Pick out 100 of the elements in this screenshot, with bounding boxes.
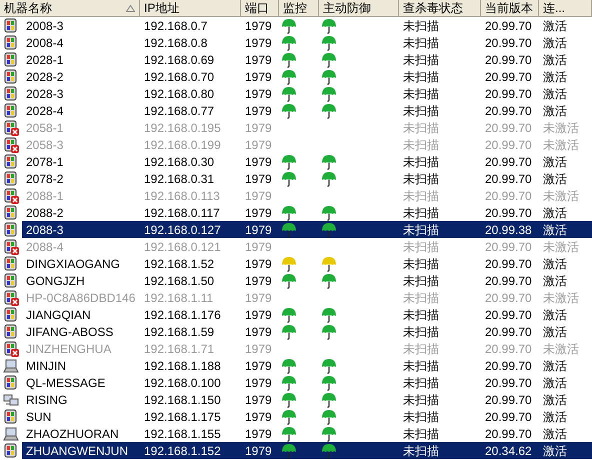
table-cell-text: 激活 [542,52,568,68]
table-cell-text: 未扫描 [402,18,440,34]
table-row[interactable]: 2078-1 192.168.0.30 1979 未扫描 20.99.70 激活 [0,153,592,170]
table-cell-text: 192.168.0.70 [143,68,216,85]
table-row[interactable]: QL-MESSAGE 192.168.0.100 1979 未扫描 20.99.70 激活 [0,374,592,391]
table-cell-text: 未扫描 [402,358,440,374]
table-cell-text: 激活 [542,170,568,187]
table-cell-text: 未激活 [542,188,580,204]
table-cell-text: 未扫描 [402,374,440,391]
table-cell-text: 未扫描 [402,340,440,357]
table-cell-text: 未扫描 [402,290,440,306]
table-cell-text: 192.168.1.11 [143,290,214,306]
table-cell-text: 1979 [244,136,273,153]
table-cell-text: 1979 [244,306,273,323]
table-row[interactable]: 2008-4 192.168.0.8 1979 未扫描 20.99.70 激活 [0,34,592,51]
table-row[interactable]: RISING 192.168.1.150 1979 未扫描 20.99.70 激活 [0,391,592,408]
table-cell-text: 20.99.70 [484,374,533,391]
table-cell-text: 20.99.70 [484,102,533,119]
column-header[interactable]: 机器名称 [0,0,140,16]
table-cell-text: 2088-4 [25,238,64,255]
table-row[interactable]: SUN 192.168.1.175 1979 未扫描 20.99.70 激活 [0,408,592,425]
table-cell-text: 192.168.0.77 [143,102,216,119]
table-row[interactable]: 2088-3 192.168.0.127 1979 未扫描 20.99.38 激活 [0,221,592,238]
table-cell-text: 未扫描 [402,306,440,323]
table-cell: 20.34.62 [481,442,539,459]
table-cell-text: 192.168.1.150 [143,392,222,408]
table-row[interactable]: 2078-2 192.168.0.31 1979 未扫描 20.99.70 激活 [0,170,592,187]
table-row[interactable]: JIFANG-ABOSS 192.168.1.59 1979 未扫描 20.99.70 激活 [0,323,592,340]
table-cell-text: 20.99.70 [484,204,533,221]
table-cell-text: 2028-3 [25,86,64,102]
table-cell-text: 192.168.0.117 [143,204,221,221]
column-header[interactable]: 端口 [241,0,279,16]
table-row[interactable]: 2028-3 192.168.0.80 1979 未扫描 20.99.70 激活 [0,85,592,102]
table-cell-text: 20.99.70 [484,120,533,136]
table-cell-text: 192.168.0.113 [143,188,221,204]
table-cell-text: 激活 [542,306,568,323]
table-cell-text: 1979 [244,256,273,272]
table-cell-text: 未扫描 [402,392,440,408]
table-cell-text: 未扫描 [402,188,440,204]
table-cell-text: 192.168.1.71 [143,340,216,357]
table-row[interactable]: 2088-2 192.168.0.117 1979 未扫描 20.99.70 激活 [0,204,592,221]
table-cell-text: 激活 [542,358,568,374]
table-cell: 192.168.1.152 [140,442,241,459]
table-cell-text: 未激活 [542,290,580,306]
table-row[interactable]: 2028-1 192.168.0.69 1979 未扫描 20.99.70 激活 [0,51,592,68]
table-cell-text: 未激活 [542,238,580,255]
table-cell-text: MINJIN [25,358,67,374]
column-header[interactable]: IP地址 [140,0,241,16]
table-row[interactable]: 2008-3 192.168.0.7 1979 未扫描 20.99.70 激活 [0,17,592,34]
table-cell-text: 20.99.70 [484,154,533,170]
table-cell-text: 1979 [244,18,273,34]
table-cell-text: 未扫描 [402,34,440,51]
table-cell-text: 2058-1 [25,120,64,136]
column-header[interactable]: 主动防御 [319,0,399,16]
table-cell-text: 1979 [244,340,273,357]
table-cell-text: 激活 [542,68,568,85]
table-cell-text: 192.168.1.50 [143,272,216,289]
table-cell-text: 未扫描 [402,136,440,153]
table-cell-text: 192.168.1.155 [143,426,222,442]
table-cell-text: 1979 [244,290,273,306]
table-cell-text: 192.168.1.52 [143,256,216,272]
table-cell-text: 192.168.0.80 [143,86,216,102]
table-row[interactable]: DINGXIAOGANG 192.168.1.52 1979 未扫描 20.99.70 激活 [0,255,592,272]
table-cell-text: 20.99.70 [484,306,533,323]
table-cell: 1979 [241,221,279,238]
table-cell-text: 激活 [542,272,568,289]
table-cell-text: 192.168.1.188 [143,358,222,374]
column-header[interactable]: 连... [539,0,592,16]
table-cell-text: 20.99.70 [484,340,533,357]
table-row[interactable]: 2028-2 192.168.0.70 1979 未扫描 20.99.70 激活 [0,68,592,85]
table-cell-text: 20.99.70 [484,238,533,255]
table-row[interactable]: GONGJZH 192.168.1.50 1979 未扫描 20.99.70 激活 [0,272,592,289]
table-row[interactable]: 2028-4 192.168.0.77 1979 未扫描 20.99.70 激活 [0,102,592,119]
table-row[interactable]: JIANGQIAN 192.168.1.176 1979 未扫描 20.99.70 激活 [0,306,592,323]
table-cell-text: 2088-1 [25,188,64,204]
table-cell-text: 2028-4 [25,102,64,119]
table-cell-text: 1979 [244,188,273,204]
table-cell-text: GONGJZH [25,272,86,289]
table-cell-text: 激活 [542,256,568,272]
table-cell-text: 未扫描 [402,408,440,425]
table-cell-text: 激活 [542,18,568,34]
column-header[interactable]: 查杀毒状态 [399,0,481,16]
table-cell-text: DINGXIAOGANG [25,256,122,272]
table-cell-text: 1979 [244,374,273,391]
table-cell-text: 激活 [542,426,568,442]
table-cell-text: 192.168.0.195 [143,120,222,136]
table-cell-text: 1979 [244,154,273,170]
table-row[interactable]: MINJIN 192.168.1.188 1979 未扫描 20.99.70 激活 [0,357,592,374]
table-cell-text: 未扫描 [402,52,440,68]
table-cell-text: 2078-2 [25,170,64,187]
column-header[interactable]: 监控 [279,0,319,16]
table-cell-text: 20.99.70 [484,290,533,306]
column-header[interactable]: 当前版本 [481,0,539,16]
table-cell-text: 192.168.0.69 [143,52,216,68]
table-row[interactable]: ZHAOZHUORAN 192.168.1.155 1979 未扫描 20.99.70 激活 [0,425,592,442]
sort-arrow-icon [126,4,135,12]
table-cell-text: 未扫描 [402,238,440,255]
table-row[interactable]: ZHUANGWENJUN 192.168.1.152 1979 未扫描 20.34.62 激活 [0,442,592,459]
table-cell-text: 激活 [542,86,568,102]
table-cell-text: 2028-2 [25,68,64,85]
